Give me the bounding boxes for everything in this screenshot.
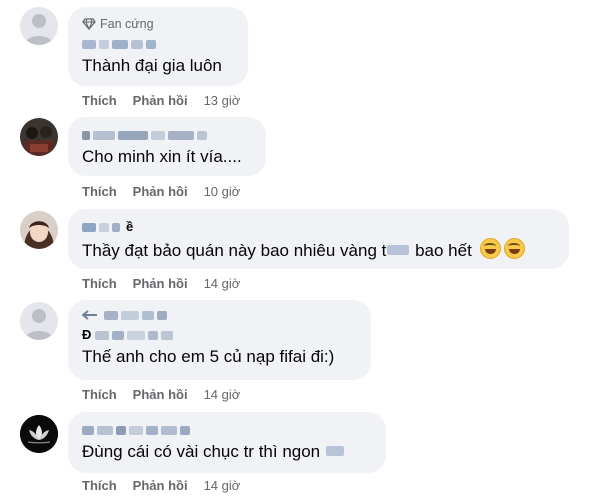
comment-text: Cho minh xin ít vía.... — [82, 147, 242, 166]
avatar[interactable] — [20, 302, 58, 340]
comment-bubble: Cho minh xin ít vía.... — [68, 117, 266, 176]
reply-button[interactable]: Phản hồi — [133, 93, 188, 109]
comment-time[interactable]: 14 giờ — [204, 276, 241, 292]
comment-bubble: ề Thầy đạt bảo quán này bao nhiêu vàng t… — [68, 209, 569, 269]
avatar[interactable] — [20, 415, 58, 453]
reply-button[interactable]: Phản hồi — [133, 184, 188, 200]
like-button[interactable]: Thích — [82, 478, 117, 494]
like-button[interactable]: Thích — [82, 93, 117, 109]
portrait-avatar-icon — [20, 211, 58, 249]
comment-time[interactable]: 13 giờ — [204, 93, 241, 109]
like-button[interactable]: Thích — [82, 276, 117, 292]
comment-actions: Thích Phản hồi 14 giờ — [82, 276, 240, 292]
like-button[interactable]: Thích — [82, 184, 117, 200]
author-name-blurred[interactable]: ề — [82, 218, 555, 236]
reply-button[interactable]: Phản hồi — [133, 276, 188, 292]
default-avatar-icon — [20, 7, 58, 45]
comment-actions: Thích Phản hồi 14 giờ — [82, 478, 240, 494]
blurred-text — [387, 245, 410, 255]
comment-actions: Thích Phản hồi 13 giờ — [82, 93, 240, 109]
author-name-blurred[interactable] — [82, 35, 234, 53]
reply-button[interactable]: Phản hồi — [133, 387, 188, 403]
author-name-blurred[interactable] — [82, 306, 357, 324]
comment-meta: Fan cứng — [82, 15, 234, 33]
blurred-emoji — [325, 446, 344, 456]
default-avatar-icon — [20, 302, 58, 340]
comment-text: Thầy đạt bảo quán này bao nhiêu vàng t b… — [82, 238, 555, 262]
comment-bubble: Fan cứng Thành đại gia luôn — [68, 7, 248, 86]
comment-bubble: Đ Thế anh cho em 5 củ nạp fifai đi:) — [68, 300, 371, 380]
comment-time[interactable]: 14 giờ — [204, 478, 241, 494]
comment-text: Thế anh cho em 5 củ nạp fifai đi:) — [82, 347, 335, 366]
arrow-left-icon — [82, 310, 97, 320]
author-name-blurred-line2: Đ — [82, 326, 357, 344]
grin-emoji-icon — [503, 238, 525, 259]
diamond-icon — [82, 18, 96, 30]
fan-badge-label: Fan cứng — [100, 17, 154, 31]
comment-actions: Thích Phản hồi 14 giờ — [82, 387, 240, 403]
comment-actions: Thích Phản hồi 10 giờ — [82, 184, 240, 200]
comment-time[interactable]: 14 giờ — [204, 387, 241, 403]
comment-bubble: Đùng cái có vài chục tr thì ngon — [68, 412, 386, 473]
like-button[interactable]: Thích — [82, 387, 117, 403]
comment-text: Đùng cái có vài chục tr thì ngon — [82, 441, 372, 463]
comment-text: Thành đại gia luôn — [82, 56, 222, 75]
avatar[interactable] — [20, 7, 58, 45]
lotus-avatar-icon — [20, 415, 58, 453]
reply-button[interactable]: Phản hồi — [133, 478, 188, 494]
comment-time[interactable]: 10 giờ — [204, 184, 241, 200]
author-name-blurred[interactable] — [82, 421, 372, 439]
avatar[interactable] — [20, 211, 58, 249]
group-photo-avatar-icon — [20, 118, 58, 156]
avatar[interactable] — [20, 118, 58, 156]
fan-badge[interactable]: Fan cứng — [82, 16, 154, 32]
author-name-blurred[interactable] — [82, 126, 252, 144]
grin-emoji-icon — [479, 238, 501, 259]
